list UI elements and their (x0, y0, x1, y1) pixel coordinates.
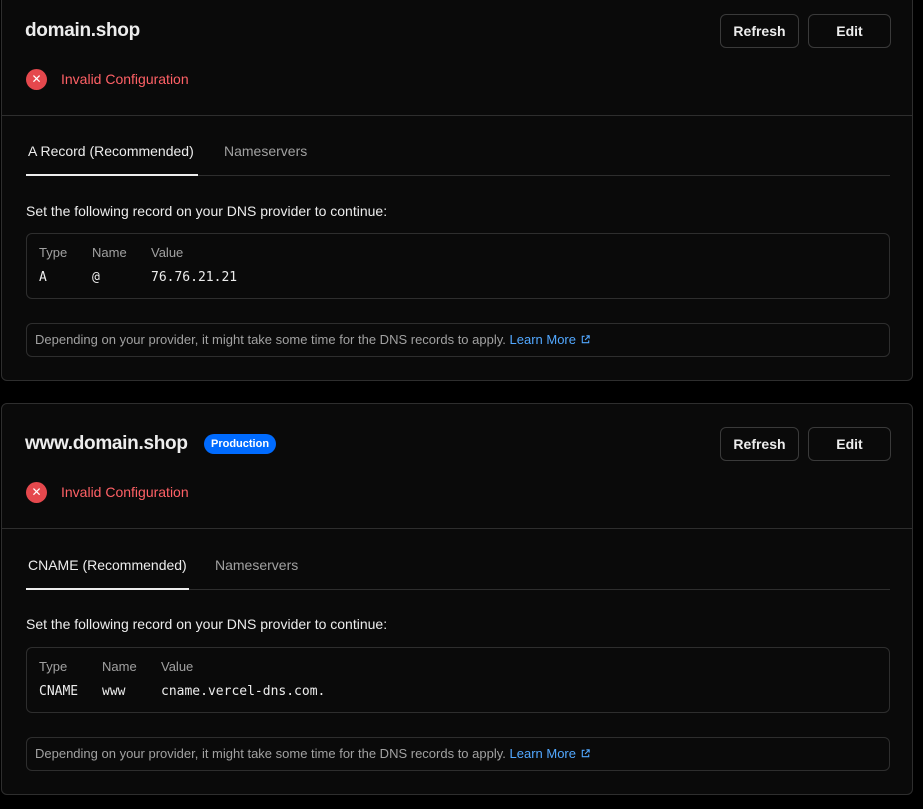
record-name[interactable]: @ (92, 270, 100, 285)
domain-card: domain.shop Refresh Edit ✕ Invalid Confi… (1, 0, 913, 381)
record-type[interactable]: A (39, 270, 47, 285)
x-circle-icon: ✕ (26, 481, 47, 503)
external-link-icon (581, 749, 590, 758)
record-tabs: CNAME (Recommended) Nameservers (26, 544, 890, 590)
external-link-icon (581, 335, 590, 344)
record-header-name: Name (92, 245, 127, 260)
record-header-type: Type (39, 245, 68, 260)
production-badge: Production (204, 434, 277, 454)
instruction-text: Set the following record on your DNS pro… (26, 203, 388, 219)
dns-record-table: Type Name Value CNAME www cname.vercel-d… (26, 647, 890, 713)
domain-card-header: www.domain.shop Production Refresh Edit … (2, 404, 912, 529)
domain-title: domain.shop (25, 20, 140, 41)
record-value[interactable]: 76.76.21.21 (151, 270, 237, 285)
refresh-button[interactable]: Refresh (720, 427, 799, 461)
refresh-button[interactable]: Refresh (720, 14, 799, 48)
domain-card-header: domain.shop Refresh Edit ✕ Invalid Confi… (2, 0, 912, 116)
record-tabs: A Record (Recommended) Nameservers (26, 130, 890, 176)
learn-more-link[interactable]: Learn More (510, 746, 591, 761)
config-status: ✕ Invalid Configuration (26, 481, 189, 503)
note-text: Depending on your provider, it might tak… (35, 746, 506, 761)
edit-button[interactable]: Edit (808, 427, 891, 461)
learn-more-link[interactable]: Learn More (510, 332, 591, 347)
learn-more-label[interactable]: Learn More (510, 332, 576, 347)
record-type[interactable]: CNAME (39, 684, 78, 699)
tab-nameservers[interactable]: Nameservers (224, 130, 307, 174)
instruction-text: Set the following record on your DNS pro… (26, 616, 388, 632)
domain-title: www.domain.shop (25, 433, 188, 454)
config-status: ✕ Invalid Configuration (26, 68, 189, 90)
status-text: Invalid Configuration (61, 71, 189, 87)
record-name[interactable]: www (102, 684, 125, 699)
propagation-note: Depending on your provider, it might tak… (26, 323, 890, 357)
record-header-type: Type (39, 659, 68, 674)
note-text: Depending on your provider, it might tak… (35, 332, 506, 347)
status-text: Invalid Configuration (61, 484, 189, 500)
dns-record-table: Type Name Value A @ 76.76.21.21 (26, 233, 890, 299)
record-value[interactable]: cname.vercel-dns.com. (161, 684, 325, 699)
propagation-note: Depending on your provider, it might tak… (26, 737, 890, 771)
learn-more-label[interactable]: Learn More (510, 746, 576, 761)
x-circle-icon: ✕ (26, 68, 47, 90)
tab-a-record[interactable]: A Record (Recommended) (26, 130, 198, 176)
record-header-value: Value (151, 245, 184, 260)
domain-card: www.domain.shop Production Refresh Edit … (1, 403, 913, 795)
record-header-name: Name (102, 659, 137, 674)
record-header-value: Value (161, 659, 194, 674)
edit-button[interactable]: Edit (808, 14, 891, 48)
tab-nameservers[interactable]: Nameservers (215, 544, 298, 588)
tab-cname[interactable]: CNAME (Recommended) (26, 544, 189, 590)
